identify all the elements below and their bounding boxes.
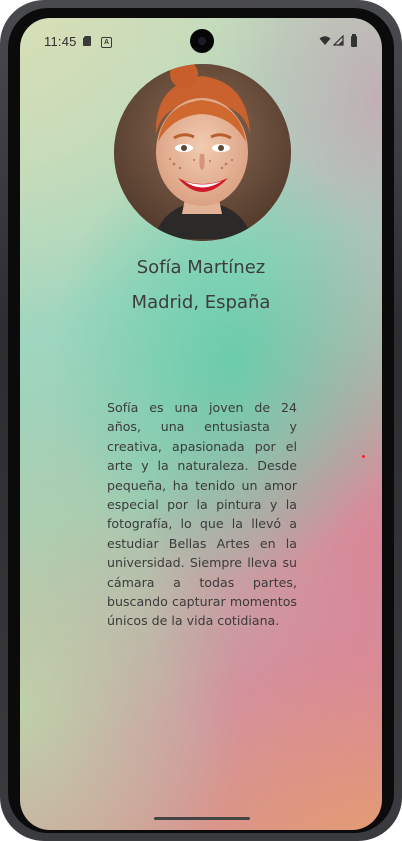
profile-name: Sofía Martínez [136, 257, 266, 278]
battery-icon [351, 34, 357, 47]
profile-bio: Sofía es una joven de 24 años, una entus… [107, 400, 297, 629]
red-dot-marker [362, 455, 365, 458]
status-bar: 11:45 A [20, 18, 382, 64]
profile-avatar [114, 64, 291, 241]
home-indicator[interactable] [154, 817, 250, 820]
signal-icon [333, 35, 344, 46]
sd-card-icon [83, 36, 91, 46]
profile-location: Madrid, España [131, 292, 271, 313]
wifi-icon [319, 36, 331, 45]
status-time: 11:45 [44, 34, 77, 49]
a-icon: A [101, 37, 112, 48]
app-screen: 11:45 A Sofía Martínez Madrid, España So… [20, 18, 382, 830]
avatar-portrait [114, 64, 291, 241]
front-camera [190, 29, 214, 53]
